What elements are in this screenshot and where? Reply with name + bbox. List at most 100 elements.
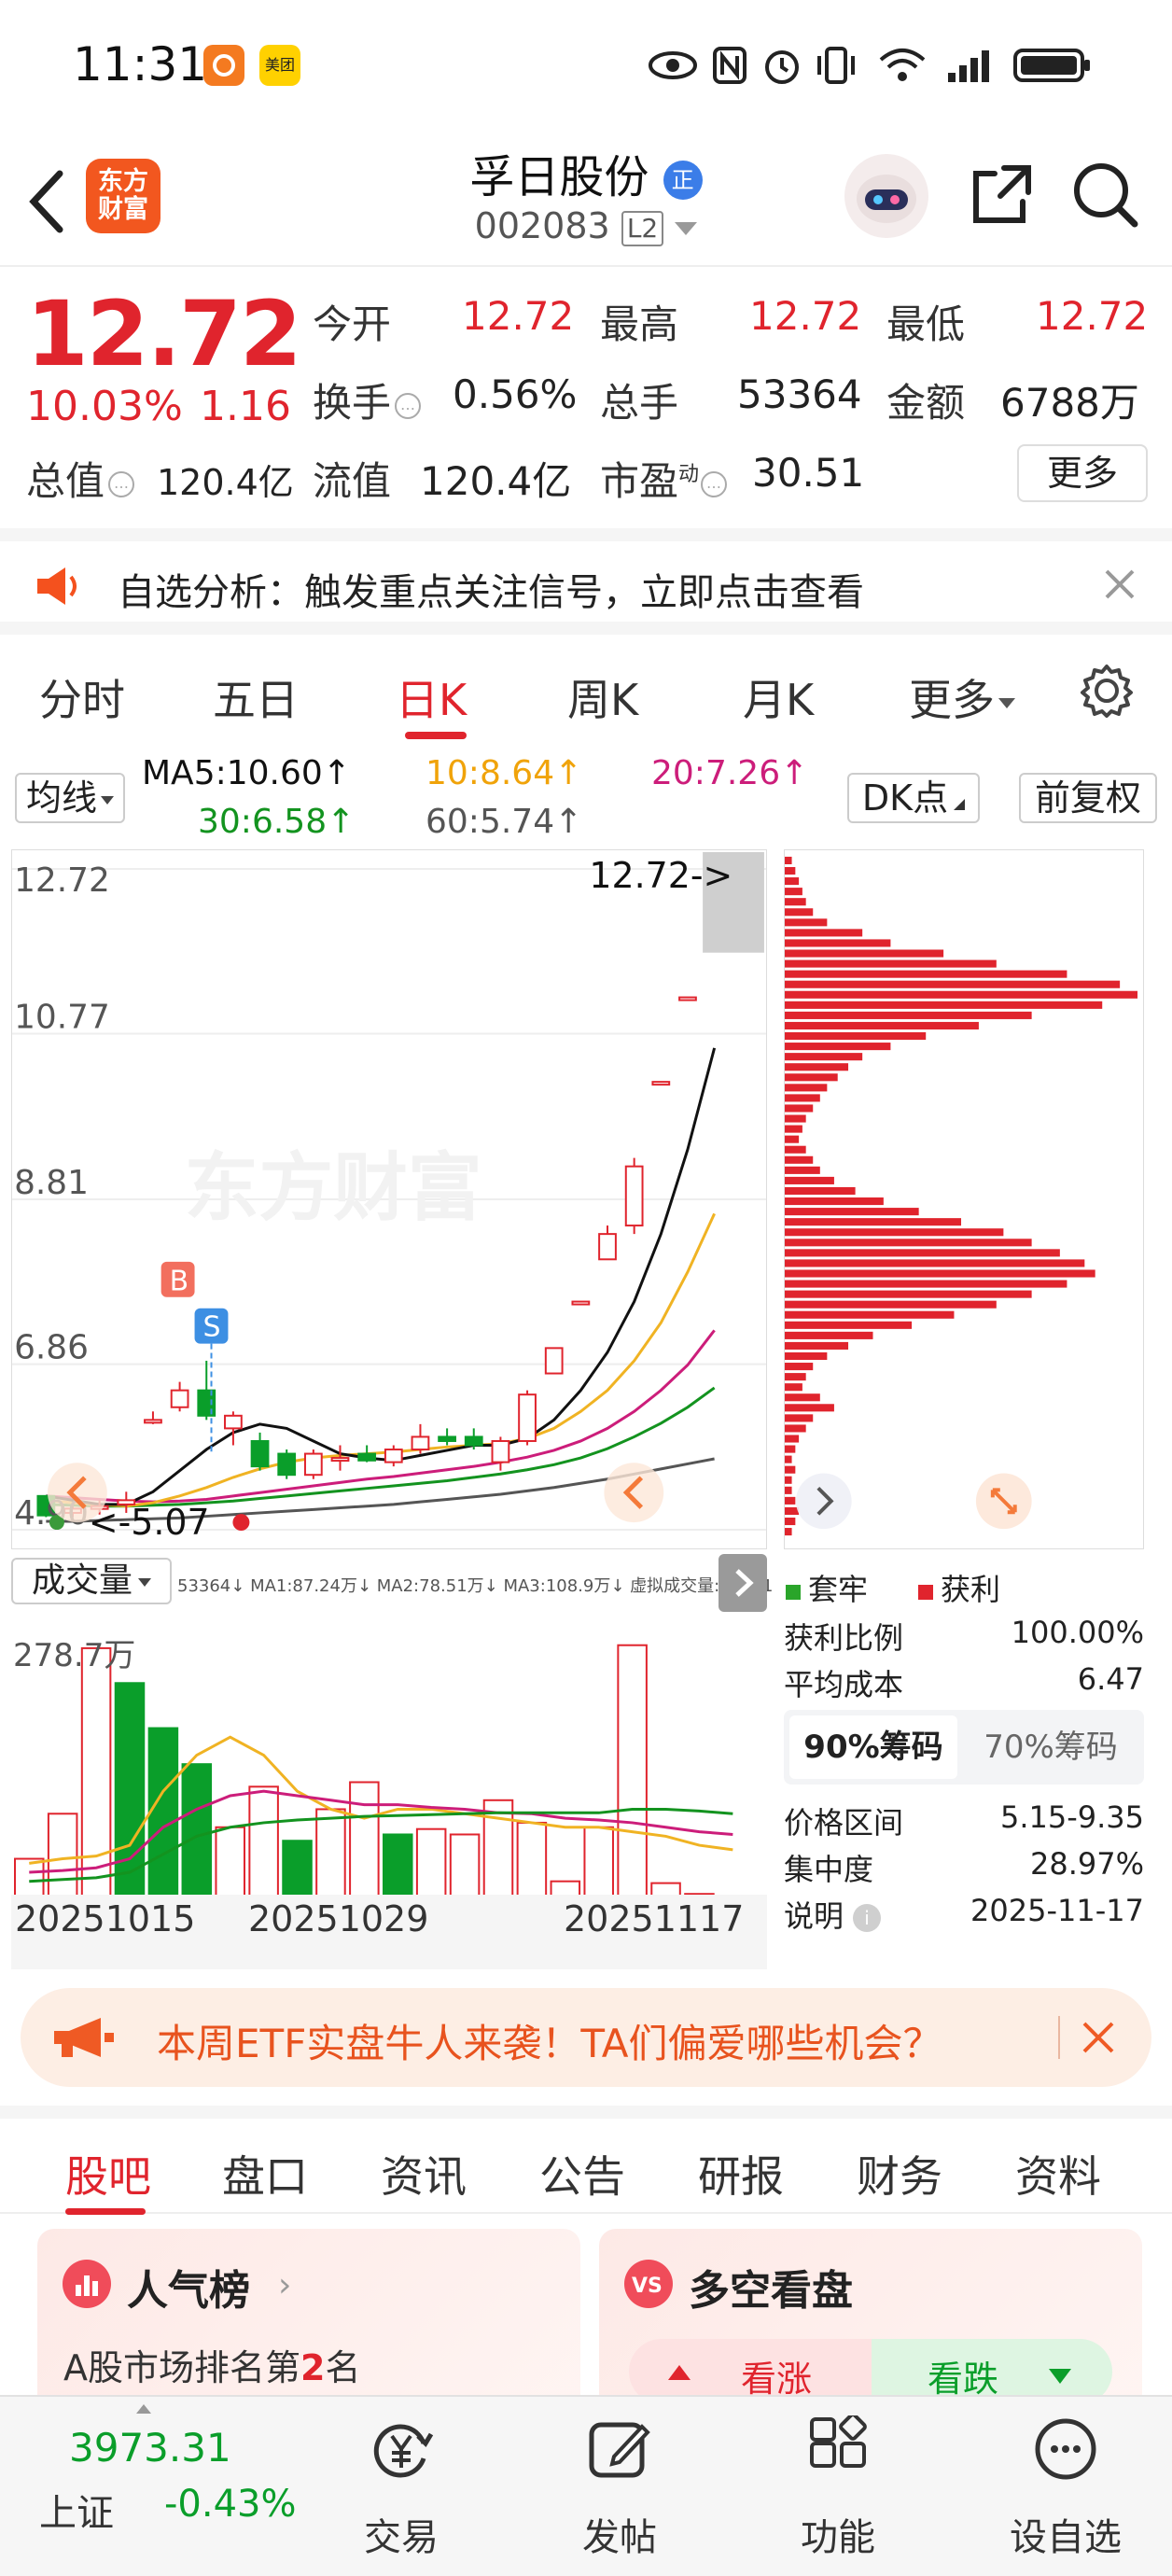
active-tab-indicator [65, 2208, 146, 2215]
add-watchlist-button[interactable]: 设自选 [991, 2397, 1140, 2576]
last-price: 12.72 [26, 282, 302, 386]
open-value: 12.72 [462, 293, 575, 339]
date-label: 20251117 [564, 1898, 745, 1939]
app-notification-icon [203, 45, 244, 86]
chevron-right-icon: › [278, 2266, 292, 2304]
tab-weekly-k[interactable]: 周K [567, 666, 638, 728]
volume-bar [516, 1821, 548, 1900]
volume-indicator-selector[interactable]: 成交量 [11, 1558, 172, 1604]
share-icon[interactable] [967, 159, 1038, 230]
tab-daily-k[interactable]: 日K [396, 666, 467, 728]
tab-more[interactable]: 更多 [909, 666, 1015, 728]
chip-bar [785, 970, 1067, 978]
chip-bar [785, 1331, 873, 1339]
popularity-title: 人气榜 [127, 2267, 250, 2315]
chip-bar [785, 980, 1121, 988]
tab-profile[interactable]: 资料 [1015, 2143, 1101, 2205]
index-value: 3973.31 [69, 2425, 231, 2471]
tab-research[interactable]: 研报 [698, 2143, 784, 2205]
tab-announcements[interactable]: 公告 [539, 2143, 625, 2205]
volume-bar [282, 1840, 313, 1900]
tab-chip-90[interactable]: 90%筹码 [789, 1715, 957, 1779]
forward-adjust-button[interactable]: 前复权 [1019, 773, 1157, 823]
info-icon[interactable]: … [108, 470, 135, 497]
candle-body [411, 1435, 430, 1451]
ma20-value: 20:7.26↑ [651, 754, 809, 792]
info-icon[interactable]: i [853, 1904, 882, 1932]
dk-point-button[interactable]: DK点 [847, 773, 980, 823]
low-label: 最低 [886, 301, 966, 347]
tab-news[interactable]: 资讯 [381, 2143, 467, 2205]
note-label: 说明 [784, 1898, 844, 1934]
chip-bar [785, 1383, 802, 1392]
low-price-tag: <-5.07 [89, 1502, 210, 1543]
tab-orderbook[interactable]: 盘口 [222, 2143, 308, 2205]
chip-distribution-chart[interactable] [784, 849, 1144, 1549]
chip-bar [785, 1476, 792, 1484]
kline-chart[interactable]: 东方财富 12.7210.778.816.864.90 12.72-> <-5.… [11, 849, 767, 1549]
trade-button[interactable]: 交易 [336, 2397, 467, 2576]
candle-body [250, 1439, 270, 1468]
chip-bar [785, 1186, 856, 1196]
stock-header: 东方财富 孚日股份 正 002083 L2 [0, 131, 1172, 267]
close-icon[interactable] [1079, 2018, 1118, 2057]
tab-intraday[interactable]: 分时 [39, 666, 125, 728]
settings-gear-icon[interactable] [1079, 663, 1135, 719]
concentration-row: 集中度 28.97% [784, 1846, 1144, 1889]
chip-bar [785, 1404, 834, 1412]
chip-legend-hold-label: 套牢 [808, 1572, 869, 1607]
chip-bar [785, 1084, 828, 1092]
tab-financials[interactable]: 财务 [857, 2143, 942, 2205]
volume-selector-label: 成交量 [31, 1561, 133, 1600]
dk-point-label: DK点 [861, 777, 949, 819]
popularity-desc-suffix: 名 [325, 2347, 361, 2388]
candle-body [170, 1389, 189, 1408]
chip-legend-hold: 套牢 [786, 1566, 868, 1609]
analysis-notice[interactable]: 自选分析：触发重点关注信号，立即点击查看 [0, 528, 1172, 635]
chip-prev-button[interactable] [795, 1473, 852, 1530]
tab-chip-70[interactable]: 70%筹码 [967, 1715, 1135, 1779]
mktcap-value: 120.4亿 [157, 462, 294, 503]
index-ticker[interactable]: 3973.31 上证 -0.43% [0, 2397, 308, 2576]
indicator-selector[interactable]: 均线 [15, 773, 125, 823]
note-row[interactable]: 说明 i 2025-11-17 [784, 1893, 1144, 1936]
info-icon[interactable]: … [701, 470, 728, 497]
low-value: 12.72 [1036, 293, 1149, 339]
down-arrow-icon [1049, 2369, 1071, 2384]
content-tabs: 股吧 盘口 资讯 公告 研报 财务 资料 [0, 2106, 1172, 2215]
chip-bar [785, 959, 997, 968]
tab-forum[interactable]: 股吧 [65, 2143, 151, 2205]
volume-bar [215, 1826, 245, 1900]
stock-name-text: 孚日股份 [469, 151, 649, 203]
caret-down-icon [101, 796, 114, 805]
functions-button[interactable]: 功能 [773, 2397, 903, 2576]
scroll-right-hint[interactable] [604, 1463, 664, 1523]
info-icon[interactable]: … [395, 392, 422, 419]
more-quote-button[interactable]: 更多 [1017, 444, 1148, 502]
expand-volume-button[interactable] [719, 1554, 767, 1612]
vs-icon: VS [624, 2260, 673, 2308]
chip-bar [785, 1517, 796, 1526]
volume-chart[interactable]: 278.7万 [11, 1615, 767, 1923]
scroll-left-hint[interactable] [47, 1463, 107, 1523]
promo-banner[interactable]: 本周ETF实盘牛人来袭！TA们偏爱哪些机会？ [21, 1988, 1151, 2087]
tab-monthly-k[interactable]: 月K [743, 666, 814, 728]
volume-bar [349, 1781, 380, 1900]
profit-ratio-row: 获利比例 100.00% [784, 1615, 1144, 1658]
eye-icon [649, 51, 697, 79]
caret-up-icon [136, 2404, 151, 2414]
tab-five-day[interactable]: 五日 [213, 666, 299, 728]
volume-bar [14, 1857, 45, 1901]
candle-body [491, 1439, 510, 1463]
post-button[interactable]: 发帖 [554, 2397, 685, 2576]
change-amount: 1.16 [200, 383, 291, 430]
search-icon[interactable] [1069, 159, 1140, 230]
bullish-label: 看涨 [741, 2359, 813, 2400]
mktcap-label-text: 总值 [26, 458, 105, 504]
volume-bar [583, 1826, 614, 1900]
volume-header: 成交量 53364↓ MA1:87.24万↓ MA2:78.51万↓ MA3:1… [11, 1554, 773, 1612]
candle-body [651, 1081, 671, 1086]
close-icon[interactable] [1101, 566, 1138, 603]
volume-bar [617, 1644, 648, 1900]
ai-assistant-icon[interactable] [844, 154, 928, 238]
